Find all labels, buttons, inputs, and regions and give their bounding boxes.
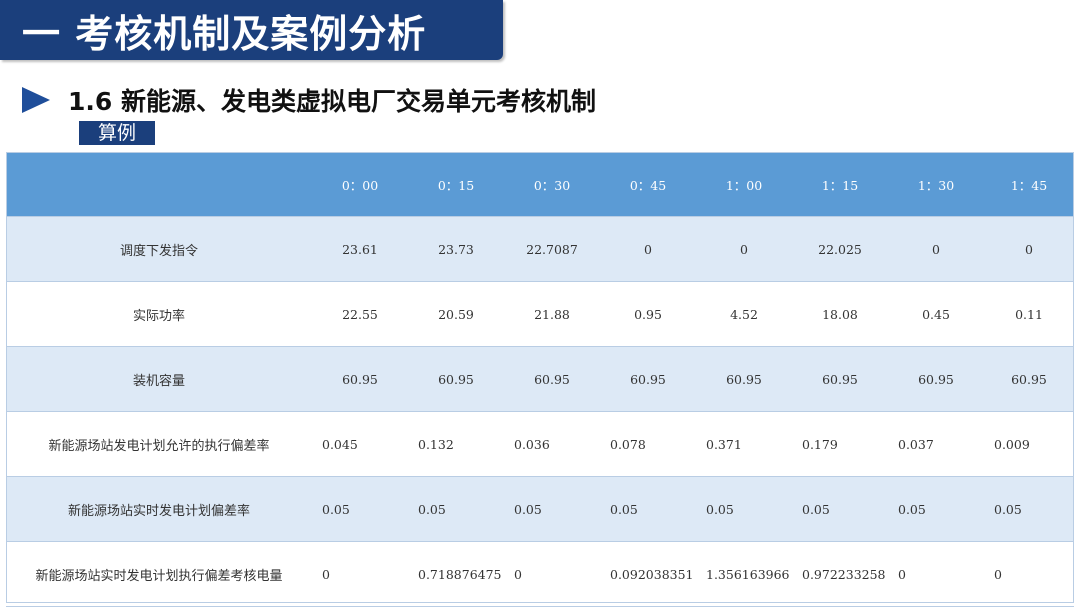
table-cell: 60.95 (888, 346, 984, 412)
row-label: 新能源场站实时发电计划执行偏差考核电量 (6, 541, 312, 607)
section-heading: 1.6 新能源、发电类虚拟电厂交易单元考核机制 (22, 82, 596, 118)
table-cell: 0.179 (792, 411, 888, 477)
table-cell: 60.95 (984, 346, 1074, 412)
table-cell: 1.356163966 (696, 541, 792, 607)
table-row: 实际功率 22.55 20.59 21.88 0.95 4.52 18.08 0… (6, 281, 1074, 347)
table-cell: 20.59 (408, 281, 504, 347)
table-header-row: 0：00 0：15 0：30 0：45 1：00 1：15 1：30 1：45 (6, 152, 1074, 217)
column-header: 1：15 (792, 152, 888, 217)
column-header: 1：45 (984, 152, 1074, 217)
column-header: 0：15 (408, 152, 504, 217)
table-cell: 18.08 (792, 281, 888, 347)
table-cell: 0.05 (984, 476, 1074, 542)
row-label: 新能源场站实时发电计划偏差率 (6, 476, 312, 542)
column-header: 0：00 (312, 152, 408, 217)
table-cell: 0.05 (408, 476, 504, 542)
page-title: 一 考核机制及案例分析 (22, 11, 427, 56)
table-cell: 0.037 (888, 411, 984, 477)
table-cell: 0 (312, 541, 408, 607)
table-cell: 0.718876475 (408, 541, 504, 607)
table-cell: 0.05 (504, 476, 600, 542)
column-header: 1：30 (888, 152, 984, 217)
table-cell: 22.7087 (504, 216, 600, 282)
triangle-right-icon (22, 87, 50, 113)
table-cell: 23.73 (408, 216, 504, 282)
table-cell: 0.045 (312, 411, 408, 477)
table-cell: 0 (888, 541, 984, 607)
column-header: 0：45 (600, 152, 696, 217)
table-row: 装机容量 60.95 60.95 60.95 60.95 60.95 60.95… (6, 346, 1074, 412)
table-cell: 60.95 (600, 346, 696, 412)
table-cell: 0.05 (792, 476, 888, 542)
table-cell: 0.132 (408, 411, 504, 477)
table-cell: 60.95 (504, 346, 600, 412)
table-cell: 23.61 (312, 216, 408, 282)
table-cell: 0.05 (888, 476, 984, 542)
table-cell: 0.11 (984, 281, 1074, 347)
table-cell: 22.025 (792, 216, 888, 282)
table-cell: 0 (984, 216, 1074, 282)
column-header: 1：00 (696, 152, 792, 217)
data-table: 0：00 0：15 0：30 0：45 1：00 1：15 1：30 1：45 … (6, 152, 1074, 607)
row-label: 装机容量 (6, 346, 312, 412)
row-label: 调度下发指令 (6, 216, 312, 282)
table-cell: 0.45 (888, 281, 984, 347)
table-cell: 0.092038351 (600, 541, 696, 607)
table-cell: 0.371 (696, 411, 792, 477)
table-cell: 0.05 (312, 476, 408, 542)
table-cell: 0 (600, 216, 696, 282)
table-cell: 0.078 (600, 411, 696, 477)
row-label: 新能源场站发电计划允许的执行偏差率 (6, 411, 312, 477)
table-cell: 0.036 (504, 411, 600, 477)
table-cell: 0 (984, 541, 1074, 607)
column-header: 0：30 (504, 152, 600, 217)
table-cell: 0 (888, 216, 984, 282)
title-bar: 一 考核机制及案例分析 (0, 0, 503, 60)
table-cell: 0 (504, 541, 600, 607)
table-row: 新能源场站实时发电计划执行偏差考核电量 0 0.718876475 0 0.09… (6, 541, 1074, 607)
row-label: 实际功率 (6, 281, 312, 347)
table-cell: 60.95 (792, 346, 888, 412)
table-cell: 60.95 (312, 346, 408, 412)
column-header (6, 152, 312, 217)
table-cell: 0.05 (696, 476, 792, 542)
table-row: 新能源场站发电计划允许的执行偏差率 0.045 0.132 0.036 0.07… (6, 411, 1074, 477)
table-row: 调度下发指令 23.61 23.73 22.7087 0 0 22.025 0 … (6, 216, 1074, 282)
table-cell: 60.95 (408, 346, 504, 412)
example-tag: 算例 (79, 121, 155, 145)
table-cell: 4.52 (696, 281, 792, 347)
table-cell: 21.88 (504, 281, 600, 347)
table-cell: 0.972233258 (792, 541, 888, 607)
table-cell: 0.95 (600, 281, 696, 347)
table-cell: 0.05 (600, 476, 696, 542)
table-cell: 0.009 (984, 411, 1074, 477)
table-cell: 60.95 (696, 346, 792, 412)
section-title: 1.6 新能源、发电类虚拟电厂交易单元考核机制 (68, 87, 596, 116)
table-cell: 22.55 (312, 281, 408, 347)
table-cell: 0 (696, 216, 792, 282)
table-row: 新能源场站实时发电计划偏差率 0.05 0.05 0.05 0.05 0.05 … (6, 476, 1074, 542)
